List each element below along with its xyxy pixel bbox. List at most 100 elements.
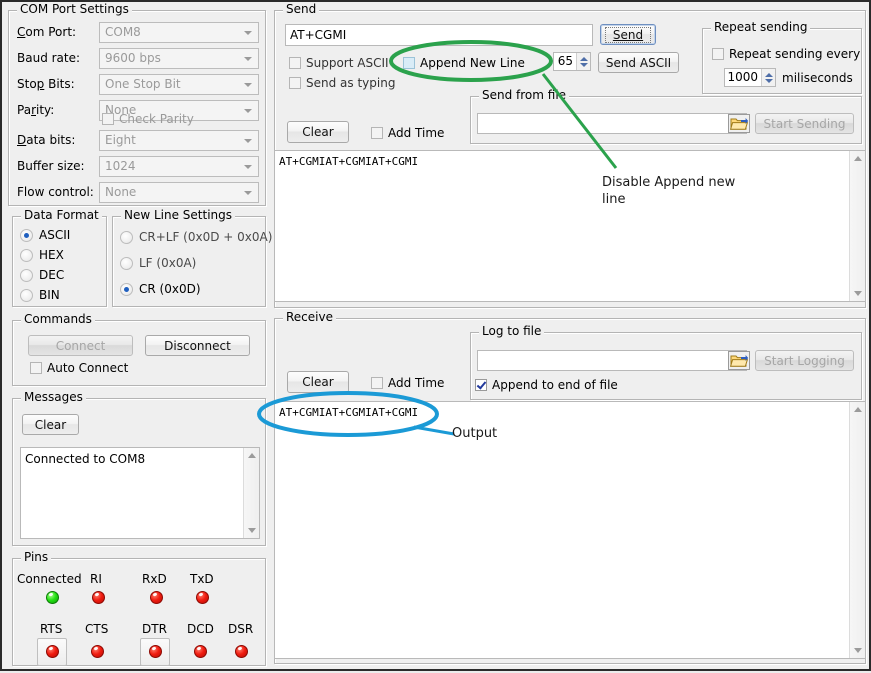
repeat-interval-spinner[interactable]: 1000 xyxy=(724,68,776,87)
radio-data-format-hex[interactable]: HEX xyxy=(20,248,64,262)
scroll-up-icon[interactable] xyxy=(854,407,862,412)
send-command-value: AT+CGMI xyxy=(290,28,346,42)
receive-title: Receive xyxy=(283,311,336,323)
pin-led-dtr xyxy=(149,645,162,658)
send-button-label: Send xyxy=(605,27,651,43)
radio-data-format-ascii[interactable]: ASCII xyxy=(20,228,70,242)
pin-label-connected: Connected xyxy=(17,572,82,586)
pin-label-dsr: DSR xyxy=(228,622,253,636)
repeat-unit-label: miliseconds xyxy=(782,71,853,85)
serial-terminal-window: COM Port Settings Com Port: COM8 Baud ra… xyxy=(0,0,871,671)
radio-newline-crlf[interactable]: CR+LF (0x0D + 0x0A) xyxy=(120,230,272,244)
checkbox-box xyxy=(30,362,42,374)
disconnect-button[interactable]: Disconnect xyxy=(145,335,250,356)
flow-control-value: None xyxy=(105,185,136,199)
com-port-select[interactable]: COM8 xyxy=(99,22,259,43)
pin-label-rts: RTS xyxy=(40,622,62,636)
repeat-interval-value: 1000 xyxy=(725,69,761,86)
stop-bits-select[interactable]: One Stop Bit xyxy=(99,74,259,95)
receive-log-text: AT+CGMIAT+CGMIAT+CGMI xyxy=(275,402,850,658)
checkbox-box xyxy=(371,377,383,389)
send-log-scrollbar[interactable] xyxy=(849,151,865,301)
messages-scrollbar[interactable] xyxy=(243,448,259,538)
pin-led-dcd xyxy=(194,645,207,658)
send-as-typing-checkbox[interactable]: Send as typing xyxy=(289,76,395,90)
open-folder-icon[interactable] xyxy=(728,114,750,133)
data-bits-select[interactable]: Eight xyxy=(99,130,259,151)
connect-button-label: Connect xyxy=(56,339,106,353)
send-log-pane[interactable]: AT+CGMIAT+CGMIAT+CGMI xyxy=(274,150,866,302)
start-logging-button[interactable]: Start Logging xyxy=(755,350,854,371)
checkbox-box xyxy=(712,48,724,60)
buffer-size-select[interactable]: 1024 xyxy=(99,156,259,177)
receive-log-scrollbar[interactable] xyxy=(849,402,865,658)
flow-control-select[interactable]: None xyxy=(99,182,259,203)
send-ascii-button[interactable]: Send ASCII xyxy=(598,52,679,73)
append-to-end-checkbox[interactable]: Append to end of file xyxy=(475,378,618,392)
chevron-down-icon xyxy=(244,139,252,143)
pin-led-cts xyxy=(91,645,104,658)
com-port-label: Com Port: xyxy=(17,25,76,39)
radio-newline-lf[interactable]: LF (0x0A) xyxy=(120,256,196,270)
messages-title: Messages xyxy=(21,391,86,403)
checkbox-box xyxy=(371,127,383,139)
log-to-file-title: Log to file xyxy=(479,325,544,337)
send-clear-label: Clear xyxy=(302,125,333,139)
scroll-down-icon[interactable] xyxy=(854,648,862,653)
scroll-up-icon[interactable] xyxy=(248,453,256,458)
scroll-down-icon[interactable] xyxy=(854,291,862,296)
radio-data-format-bin[interactable]: BIN xyxy=(20,288,60,302)
auto-connect-checkbox[interactable]: Auto Connect xyxy=(30,361,128,375)
append-new-line-label: Append New Line xyxy=(420,56,525,70)
radio-dot xyxy=(120,283,133,296)
receive-clear-button[interactable]: Clear xyxy=(287,371,349,393)
send-log-text: AT+CGMIAT+CGMIAT+CGMI xyxy=(275,151,850,301)
connect-button[interactable]: Connect xyxy=(28,335,133,356)
auto-connect-label: Auto Connect xyxy=(47,361,128,375)
spinner-arrows[interactable] xyxy=(576,53,590,70)
support-ascii-checkbox[interactable]: Support ASCII xyxy=(289,56,389,70)
repeat-sending-title: Repeat sending xyxy=(711,21,810,33)
spinner-up-icon[interactable] xyxy=(580,57,588,61)
check-parity-label: Check Parity xyxy=(119,112,194,126)
send-command-input[interactable]: AT+CGMI xyxy=(285,24,593,46)
chevron-down-icon xyxy=(244,109,252,113)
pin-label-cts: CTS xyxy=(85,622,108,636)
checkbox-box xyxy=(403,57,415,69)
open-folder-icon[interactable] xyxy=(728,351,750,370)
messages-clear-button[interactable]: Clear xyxy=(22,414,79,435)
radio-label: HEX xyxy=(39,248,64,262)
start-sending-button[interactable]: Start Sending xyxy=(755,113,854,134)
scroll-up-icon[interactable] xyxy=(854,156,862,161)
check-parity-checkbox[interactable]: Check Parity xyxy=(102,112,194,126)
scroll-down-icon[interactable] xyxy=(248,528,256,533)
radio-label: LF (0x0A) xyxy=(139,256,196,270)
chevron-down-icon xyxy=(244,83,252,87)
radio-newline-cr[interactable]: CR (0x0D) xyxy=(120,282,201,296)
append-new-line-checkbox[interactable]: Append New Line xyxy=(403,56,525,70)
repeat-sending-label: Repeat sending every xyxy=(729,47,860,61)
receive-add-time-label: Add Time xyxy=(388,376,444,390)
send-from-file-path-input[interactable] xyxy=(477,113,747,134)
send-clear-button[interactable]: Clear xyxy=(287,121,349,143)
spinner-up-icon[interactable] xyxy=(765,73,773,77)
pin-label-ri: RI xyxy=(90,572,102,586)
spinner-arrows[interactable] xyxy=(761,69,775,86)
ascii-code-spinner[interactable]: 65 xyxy=(553,52,591,71)
receive-log-pane[interactable]: AT+CGMIAT+CGMIAT+CGMI xyxy=(274,401,866,659)
messages-log[interactable]: Connected to COM8 xyxy=(20,447,260,539)
stop-bits-value: One Stop Bit xyxy=(105,77,181,91)
chevron-down-icon xyxy=(244,191,252,195)
pins-title: Pins xyxy=(21,551,51,563)
receive-add-time-checkbox[interactable]: Add Time xyxy=(371,376,444,390)
baud-rate-select[interactable]: 9600 bps xyxy=(99,48,259,69)
com-port-value: COM8 xyxy=(105,25,141,39)
data-bits-label: Data bits: xyxy=(17,133,75,147)
send-add-time-checkbox[interactable]: Add Time xyxy=(371,126,444,140)
spinner-down-icon[interactable] xyxy=(580,63,588,67)
send-button[interactable]: Send xyxy=(600,24,656,45)
log-to-file-path-input[interactable] xyxy=(477,350,747,371)
spinner-down-icon[interactable] xyxy=(765,79,773,83)
repeat-sending-checkbox[interactable]: Repeat sending every xyxy=(712,47,860,61)
radio-data-format-dec[interactable]: DEC xyxy=(20,268,64,282)
